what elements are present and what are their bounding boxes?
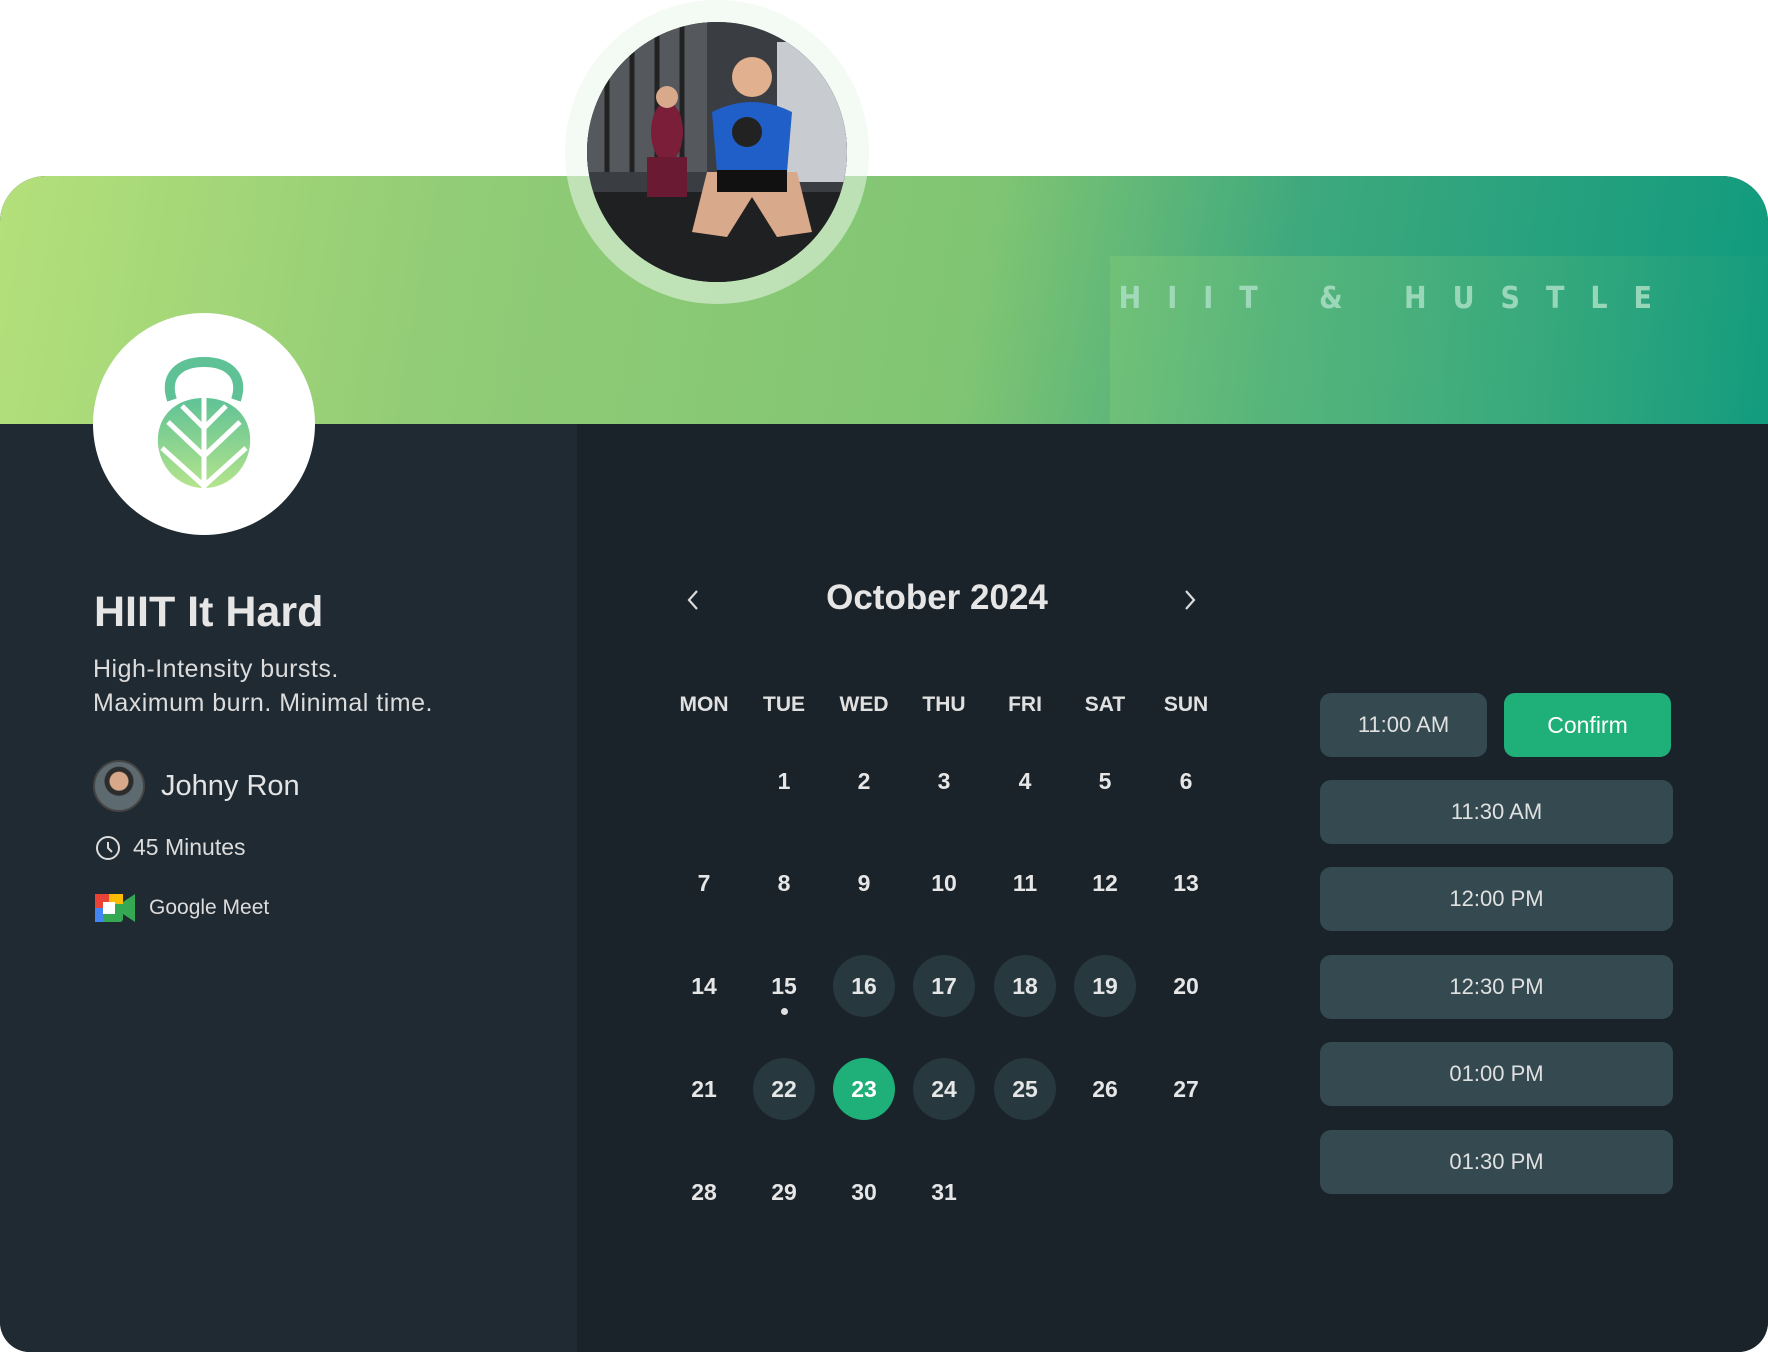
calendar-day: 28 (691, 1178, 717, 1205)
calendar-day: 4 (1018, 767, 1032, 794)
weekday-sat: SAT (1084, 693, 1126, 716)
calendar-day[interactable]: 17 (913, 955, 975, 1017)
time-slot[interactable]: 11:30 AM (1320, 780, 1673, 844)
event-description: High-Intensity bursts. Maximum burn. Min… (93, 652, 433, 720)
time-slot[interactable]: 01:00 PM (1320, 1042, 1673, 1107)
month-label: October 2024 (826, 578, 1048, 617)
calendar-day[interactable]: 18 (994, 955, 1056, 1017)
host: Johny Ron (93, 760, 300, 812)
calendar-day[interactable]: 25 (994, 1058, 1056, 1120)
calendar-day: 11 (1012, 869, 1038, 896)
kettlebell-leaf-icon (157, 356, 251, 490)
calendar-day: 3 (937, 767, 951, 794)
calendar-day: 26 (1092, 1075, 1118, 1102)
event-title: HIIT It Hard (94, 588, 324, 636)
calendar-day: 30 (851, 1178, 877, 1205)
weekday-wed: WED (839, 693, 889, 716)
time-slot[interactable]: 01:30 PM (1320, 1129, 1673, 1194)
chevron-right-icon (1185, 590, 1196, 610)
cover-photo (587, 22, 847, 282)
weekday-fri: FRI (1008, 693, 1042, 716)
brand-wordmark: HIIT & HUSTLE (1118, 281, 1678, 316)
calendar-day[interactable]: 16 (833, 955, 895, 1017)
calendar-day[interactable]: 22 (753, 1058, 815, 1120)
avatar (93, 760, 145, 812)
calendar-day: 2 (857, 767, 871, 794)
time-slot[interactable]: 12:30 PM (1320, 954, 1673, 1019)
calendar-day: 9 (857, 869, 871, 896)
calendar-day: 1 (777, 767, 791, 794)
calendar-day: 7 (697, 869, 711, 896)
weekday-tue: TUE (763, 693, 805, 716)
calendar-day: 12 (1092, 869, 1118, 896)
today-indicator (781, 1008, 788, 1015)
location: Google Meet (95, 892, 269, 924)
brand-logo (93, 313, 315, 535)
host-name: Johny Ron (161, 769, 300, 802)
next-month-button[interactable] (1170, 580, 1210, 620)
google-meet-icon (95, 894, 135, 922)
weekday-mon: MON (679, 693, 729, 716)
calendar-day-selected[interactable]: 23 (833, 1058, 895, 1120)
chevron-left-icon (687, 590, 698, 610)
clock-icon (96, 835, 120, 860)
time-slot[interactable]: 12:00 PM (1320, 867, 1673, 932)
calendar-day: 5 (1098, 767, 1112, 794)
selected-time-slot[interactable]: 11:00 AM (1320, 693, 1487, 757)
weekday-thu: THU (922, 693, 966, 716)
calendar-day: 31 (931, 1178, 957, 1205)
calendar-day[interactable]: 19 (1074, 955, 1136, 1017)
confirm-button[interactable]: Confirm (1504, 693, 1671, 757)
calendar-day[interactable]: 24 (913, 1058, 975, 1120)
calendar-day: 10 (931, 869, 957, 896)
duration-label: 45 Minutes (133, 834, 246, 860)
event-details-panel (0, 424, 577, 1352)
description-line: High-Intensity bursts. (93, 655, 339, 683)
duration: 45 Minutes (95, 834, 246, 861)
prev-month-button[interactable] (673, 580, 713, 620)
calendar-day: 29 (771, 1178, 797, 1205)
calendar-day: 27 (1173, 1075, 1199, 1102)
calendar-day: 13 (1173, 869, 1199, 896)
calendar-day: 20 (1173, 972, 1199, 999)
calendar-day: 8 (777, 869, 791, 896)
calendar-day: 14 (691, 972, 717, 999)
calendar-day: 21 (691, 1075, 717, 1102)
location-label: Google Meet (149, 896, 270, 919)
calendar-day: 6 (1179, 767, 1193, 794)
description-line: Maximum burn. Minimal time. (93, 689, 433, 717)
weekday-sun: SUN (1163, 693, 1209, 716)
